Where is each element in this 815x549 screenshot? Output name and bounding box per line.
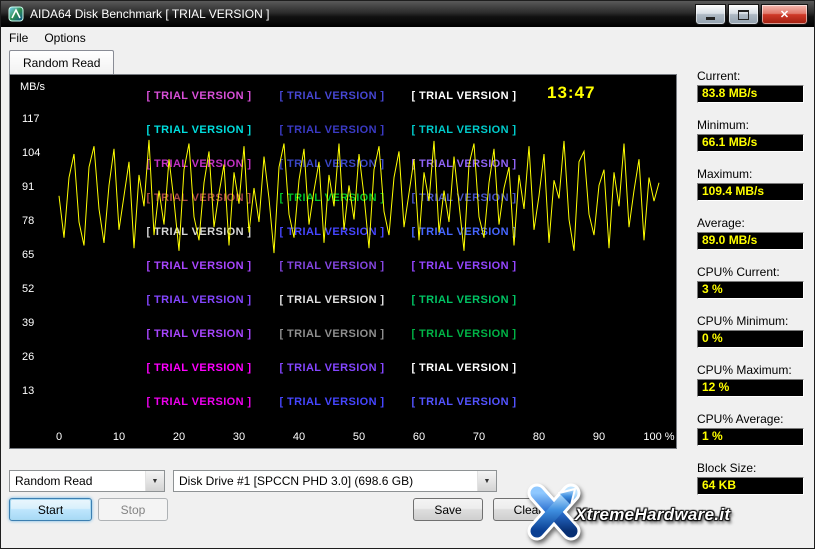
disk-drive-value: Disk Drive #1 [SPCCN PHD 3.0] (698.6 GB) — [174, 471, 477, 491]
stat-value: 64 KB — [697, 477, 804, 495]
close-icon: ✕ — [780, 8, 789, 21]
stat-value: 83.8 MB/s — [697, 85, 804, 103]
benchmark-type-value: Random Read — [10, 471, 145, 491]
stat-label: CPU% Current: — [697, 265, 780, 279]
stop-button[interactable]: Stop — [98, 498, 168, 521]
stat-value: 109.4 MB/s — [697, 183, 804, 201]
stat-value: 12 % — [697, 379, 804, 397]
stat-label: Block Size: — [697, 461, 756, 475]
stat-label: Minimum: — [697, 118, 749, 132]
save-button[interactable]: Save — [413, 498, 483, 521]
app-window: AIDA64 Disk Benchmark [ TRIAL VERSION ] … — [0, 0, 815, 549]
chevron-down-icon: ▼ — [145, 471, 164, 491]
stat-label: Maximum: — [697, 167, 752, 181]
start-button[interactable]: Start — [9, 498, 92, 521]
menu-bar: File Options — [1, 27, 814, 48]
stat-value: 89.0 MB/s — [697, 232, 804, 250]
benchmark-chart: MB/s 11710491786552392613010203040506070… — [9, 74, 677, 449]
speed-line-plot — [10, 75, 676, 448]
stat-value: 3 % — [697, 281, 804, 299]
stat-label: Average: — [697, 216, 745, 230]
menu-file[interactable]: File — [1, 28, 36, 48]
window-title: AIDA64 Disk Benchmark [ TRIAL VERSION ] — [30, 7, 269, 21]
maximize-icon — [738, 10, 749, 20]
benchmark-type-select[interactable]: Random Read ▼ — [9, 470, 165, 492]
clear-button[interactable]: Clear — [493, 498, 563, 521]
minimize-button[interactable] — [695, 4, 726, 25]
app-icon — [8, 6, 24, 22]
stat-label: Current: — [697, 69, 740, 83]
title-bar[interactable]: AIDA64 Disk Benchmark [ TRIAL VERSION ] … — [1, 1, 814, 27]
chart-time-label: 13:47 — [547, 83, 595, 103]
stats-panel: Current: 83.8 MB/s Minimum: 66.1 MB/s Maximu… — [691, 69, 811, 509]
tab-random-read[interactable]: Random Read — [9, 50, 114, 75]
minimize-icon — [706, 17, 715, 20]
menu-options[interactable]: Options — [36, 28, 93, 48]
close-button[interactable]: ✕ — [761, 4, 808, 25]
stat-label: CPU% Minimum: — [697, 314, 788, 328]
stat-value: 66.1 MB/s — [697, 134, 804, 152]
chevron-down-icon: ▼ — [477, 471, 496, 491]
stat-value: 0 % — [697, 330, 804, 348]
disk-drive-select[interactable]: Disk Drive #1 [SPCCN PHD 3.0] (698.6 GB)… — [173, 470, 497, 492]
stat-label: CPU% Maximum: — [697, 363, 792, 377]
stat-value: 1 % — [697, 428, 804, 446]
tab-label: Random Read — [23, 56, 100, 70]
stat-label: CPU% Average: — [697, 412, 784, 426]
maximize-button[interactable] — [728, 4, 759, 25]
